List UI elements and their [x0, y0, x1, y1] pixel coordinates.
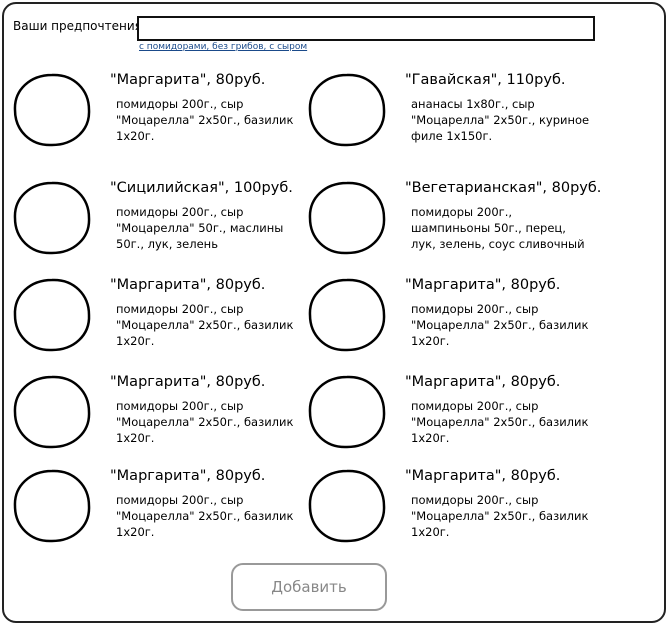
pizza-card[interactable]: "Маргарита", 80руб. помидоры 200г., сыр …	[12, 374, 306, 470]
pizza-description: помидоры 200г., сыр "Моцарелла" 2x50г., …	[116, 302, 294, 348]
pizza-image-placeholder	[308, 181, 386, 255]
pizza-title: "Вегетарианская", 80руб.	[405, 180, 602, 196]
pizza-title: "Гавайская", 110руб.	[405, 72, 566, 88]
pizza-card[interactable]: "Маргарита", 80руб. помидоры 200г., сыр …	[307, 468, 601, 564]
pizza-image-placeholder	[13, 278, 91, 352]
pizza-image-placeholder	[13, 375, 91, 449]
pizza-card[interactable]: "Маргарита", 80руб. помидоры 200г., сыр …	[12, 277, 306, 373]
preferences-hint: с помидорами, без грибов, с сыром	[139, 42, 308, 52]
pizza-title: "Маргарита", 80руб.	[405, 277, 561, 293]
pizza-card[interactable]: "Гавайская", 110руб. ананасы 1x80г., сыр…	[307, 72, 601, 168]
pizza-description: помидоры 200г., сыр "Моцарелла" 2x50г., …	[116, 97, 294, 143]
pizza-description: помидоры 200г., сыр "Моцарелла" 50г., ма…	[116, 205, 284, 251]
preferences-input[interactable]	[137, 16, 595, 41]
pizza-title: "Сицилийская", 100руб.	[110, 180, 293, 196]
pizza-title: "Маргарита", 80руб.	[405, 374, 561, 390]
pizza-image-placeholder	[13, 73, 91, 147]
pizza-image-placeholder	[308, 469, 386, 543]
pizza-card[interactable]: "Маргарита", 80руб. помидоры 200г., сыр …	[12, 468, 306, 564]
pizza-card[interactable]: "Вегетарианская", 80руб. помидоры 200г.,…	[307, 180, 601, 276]
pizza-image-placeholder	[308, 278, 386, 352]
pizza-image-placeholder	[308, 73, 386, 147]
pizza-title: "Маргарита", 80руб.	[405, 468, 561, 484]
pizza-card[interactable]: "Маргарита", 80руб. помидоры 200г., сыр …	[307, 374, 601, 470]
pizza-description: помидоры 200г., сыр "Моцарелла" 2x50г., …	[116, 493, 294, 539]
pizza-title: "Маргарита", 80руб.	[110, 277, 266, 293]
pizza-card[interactable]: "Маргарита", 80руб. помидоры 200г., сыр …	[12, 72, 306, 168]
pizza-description: помидоры 200г., сыр "Моцарелла" 2x50г., …	[411, 493, 589, 539]
pizza-image-placeholder	[308, 375, 386, 449]
pizza-description: помидоры 200г., сыр "Моцарелла" 2x50г., …	[411, 399, 589, 445]
pizza-description: помидоры 200г., сыр "Моцарелла" 2x50г., …	[116, 399, 294, 445]
pizza-title: "Маргарита", 80руб.	[110, 72, 266, 88]
pizza-card[interactable]: "Маргарита", 80руб. помидоры 200г., сыр …	[307, 277, 601, 373]
pizza-description: ананасы 1x80г., сыр "Моцарелла" 2x50г., …	[411, 97, 590, 143]
pizza-card[interactable]: "Сицилийская", 100руб. помидоры 200г., с…	[12, 180, 306, 276]
pizza-description: помидоры 200г., сыр "Моцарелла" 2x50г., …	[411, 302, 589, 348]
pizza-title: "Маргарита", 80руб.	[110, 374, 266, 390]
preferences-label: Ваши предпочтения:	[13, 19, 146, 33]
add-button[interactable]: Добавить	[231, 563, 387, 611]
pizza-description: помидоры 200г., шампиньоны 50г., перец, …	[411, 205, 585, 251]
pizza-image-placeholder	[13, 181, 91, 255]
pizza-title: "Маргарита", 80руб.	[110, 468, 266, 484]
pizza-image-placeholder	[13, 469, 91, 543]
